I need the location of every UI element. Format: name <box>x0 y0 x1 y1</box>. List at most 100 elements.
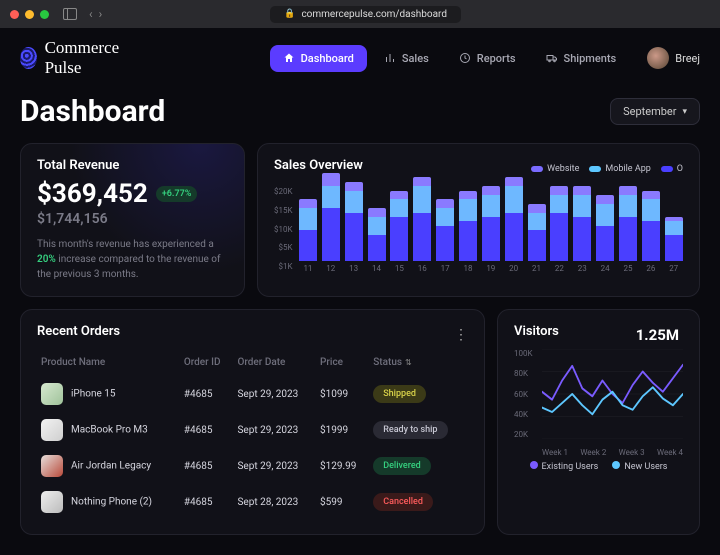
bar-segment <box>665 221 683 234</box>
x-tick: 19 <box>486 264 495 273</box>
order-id: #4685 <box>180 412 234 448</box>
bar-segment <box>505 186 523 212</box>
recent-orders-card: Recent Orders ⋮ Product NameOrder IDOrde… <box>20 309 485 535</box>
product-name: Nothing Phone (2) <box>71 497 152 508</box>
bars-icon <box>384 52 396 64</box>
column-header[interactable]: Order ID <box>180 351 234 376</box>
bar-segment <box>528 213 546 231</box>
brand-logo[interactable]: Commerce Pulse <box>20 38 132 78</box>
x-tick: 12 <box>326 264 335 273</box>
orders-table: Product NameOrder IDOrder DatePriceStatu… <box>37 351 468 520</box>
forward-icon[interactable]: › <box>99 7 103 21</box>
column-header[interactable]: Price <box>316 351 369 376</box>
table-row[interactable]: Nothing Phone (2) #4685 Sept 28, 2023 $5… <box>37 484 468 520</box>
bar-segment <box>482 186 500 195</box>
bar-segment <box>528 230 546 261</box>
legend-item: Existing Users <box>530 461 599 472</box>
bar-segment <box>345 213 363 261</box>
sidebar-toggle-icon[interactable] <box>63 8 77 20</box>
sales-y-axis: $20K$15K$10K$5K$1K <box>274 185 293 273</box>
close-window-icon[interactable] <box>10 10 19 19</box>
bar-segment <box>642 191 660 200</box>
bar-segment <box>550 213 568 261</box>
status-badge: Shipped <box>373 385 426 403</box>
table-row[interactable]: MacBook Pro M3 #4685 Sept 29, 2023 $1999… <box>37 412 468 448</box>
avatar <box>647 47 669 69</box>
bar-segment <box>573 195 591 217</box>
bar-group: 23 <box>573 186 592 273</box>
lock-icon: 🔒 <box>284 9 295 19</box>
order-date: Sept 29, 2023 <box>233 376 316 412</box>
zoom-window-icon[interactable] <box>40 10 49 19</box>
bar-segment <box>665 235 683 261</box>
x-tick: 11 <box>303 264 312 273</box>
bar-segment <box>619 186 637 195</box>
bar-segment <box>505 213 523 261</box>
legend-swatch-icon <box>531 166 543 172</box>
nav-item-shipments[interactable]: Shipments <box>533 45 630 72</box>
bar-segment <box>436 226 454 261</box>
nav-item-sales[interactable]: Sales <box>371 45 442 72</box>
x-tick: 27 <box>669 264 678 273</box>
legend-item: O <box>661 164 683 174</box>
bar-segment <box>573 217 591 261</box>
minimize-window-icon[interactable] <box>25 10 34 19</box>
bar-segment <box>299 199 317 208</box>
back-icon[interactable]: ‹ <box>89 7 93 21</box>
bar-group: 21 <box>527 204 546 273</box>
url-text: commercepulse.com/dashboard <box>301 9 447 20</box>
nav-label: Shipments <box>564 52 617 65</box>
column-header[interactable]: Product Name <box>37 351 180 376</box>
page-title: Dashboard <box>20 94 165 129</box>
column-header[interactable]: Order Date <box>233 351 316 376</box>
sales-bar-chart: 1112131415161718192021222324252627 <box>299 185 683 273</box>
visitors-legend: Existing UsersNew Users <box>514 461 683 472</box>
bar-segment <box>413 186 431 212</box>
bar-group: 26 <box>641 191 660 273</box>
product-thumb-icon <box>41 455 63 477</box>
bar-segment <box>413 213 431 261</box>
visitors-y-axis: 100K80K60K40K20K <box>514 349 533 439</box>
product-name: MacBook Pro M3 <box>71 425 148 436</box>
status-badge: Ready to ship <box>373 421 447 439</box>
bar-group: 17 <box>436 199 455 273</box>
bar-segment <box>345 182 363 191</box>
legend-dot-icon <box>612 461 620 469</box>
column-header[interactable]: Status⇅ <box>369 351 468 376</box>
bar-group: 18 <box>459 191 478 273</box>
orders-title: Recent Orders <box>37 324 120 339</box>
product-thumb-icon <box>41 383 63 405</box>
product-thumb-icon <box>41 491 63 513</box>
bar-segment <box>459 221 477 261</box>
table-row[interactable]: iPhone 15 #4685 Sept 29, 2023 $1099 Ship… <box>37 376 468 412</box>
bar-group: 11 <box>299 199 318 273</box>
nav-item-reports[interactable]: Reports <box>446 45 529 72</box>
x-tick: 22 <box>555 264 564 273</box>
x-tick: 17 <box>441 264 450 273</box>
bar-segment <box>390 199 408 217</box>
address-bar[interactable]: 🔒 commercepulse.com/dashboard <box>270 6 461 23</box>
table-row[interactable]: Air Jordan Legacy #4685 Sept 29, 2023 $1… <box>37 448 468 484</box>
bar-segment <box>436 199 454 208</box>
nav-label: Sales <box>402 52 429 65</box>
nav-label: Dashboard <box>301 52 354 65</box>
order-id: #4685 <box>180 376 234 412</box>
revenue-note: This month's revenue has experienced a 2… <box>37 237 228 282</box>
x-tick: 15 <box>395 264 404 273</box>
bar-segment <box>459 199 477 221</box>
orders-menu-icon[interactable]: ⋮ <box>454 327 468 343</box>
month-select-button[interactable]: September ▾ <box>610 98 700 125</box>
sales-overview-title: Sales Overview <box>274 158 363 173</box>
x-tick: 20 <box>509 264 518 273</box>
browser-chrome: ‹ › 🔒 commercepulse.com/dashboard <box>0 0 720 28</box>
nav-item-dashboard[interactable]: Dashboard <box>270 45 367 72</box>
revenue-amount: $369,452 <box>37 179 148 209</box>
bar-segment <box>596 226 614 261</box>
bar-segment <box>390 191 408 200</box>
order-id: #4685 <box>180 448 234 484</box>
bar-segment <box>596 204 614 226</box>
brand-name: Commerce Pulse <box>45 38 132 78</box>
bar-group: 16 <box>413 177 432 273</box>
user-menu[interactable]: Breej <box>647 47 700 69</box>
bar-segment <box>299 208 317 230</box>
